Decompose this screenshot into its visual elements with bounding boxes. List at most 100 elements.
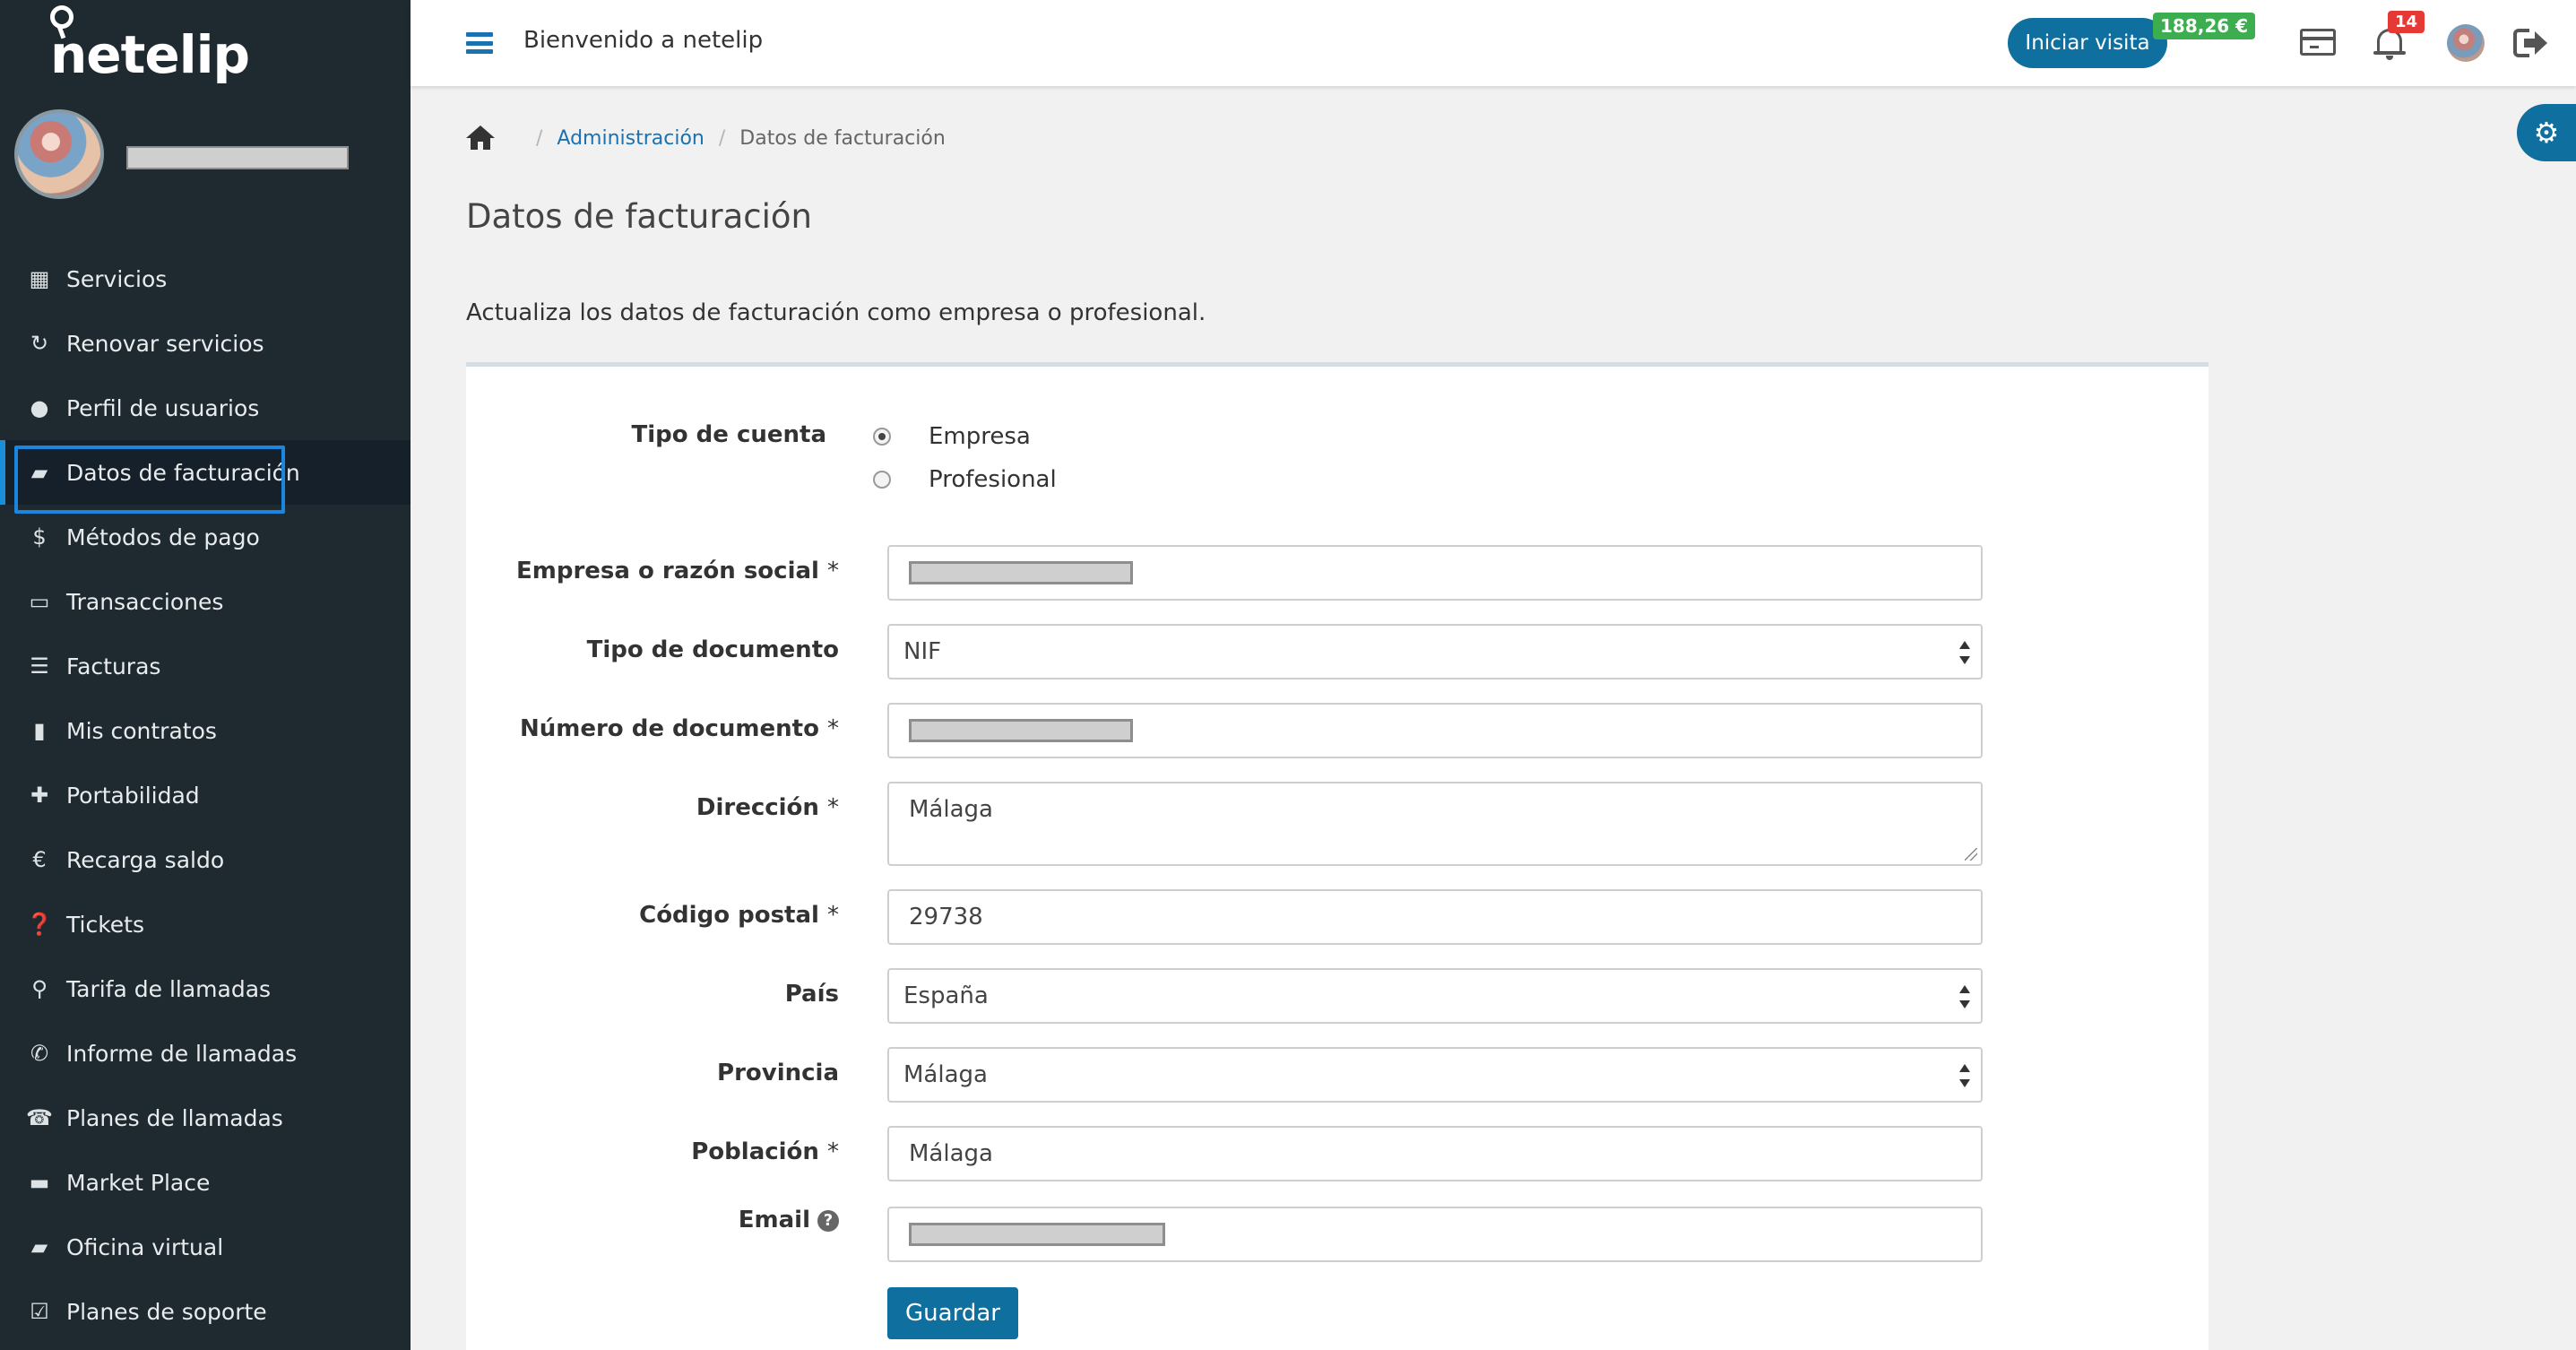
- document-type-label-text: Tipo de documento: [586, 636, 839, 663]
- required-asterisk: *: [827, 902, 839, 929]
- help-icon[interactable]: ?: [817, 1209, 839, 1232]
- radio-empresa-label: Empresa: [929, 423, 1031, 450]
- email-label: Email?: [484, 1207, 839, 1233]
- top-bar: Bienvenido a netelip Iniciar visita 188,…: [411, 0, 2576, 86]
- document-number-field[interactable]: [887, 703, 1983, 758]
- postal-code-field[interactable]: 29738: [887, 889, 1983, 945]
- document-number-label-text: Número de documento: [519, 715, 819, 742]
- sidebar-item-metodos-de-pago[interactable]: $ Métodos de pago: [0, 505, 411, 569]
- town-field[interactable]: Málaga: [887, 1126, 1983, 1181]
- required-asterisk: *: [827, 1138, 839, 1165]
- breadcrumb-separator: /: [536, 126, 543, 150]
- sidebar-item-label: Recarga saldo: [66, 846, 225, 873]
- document-type-select[interactable]: NIF: [887, 624, 1983, 679]
- sidebar-item-transacciones[interactable]: ▭ Transacciones: [0, 569, 411, 634]
- postal-code-label-text: Código postal: [639, 902, 819, 929]
- country-select[interactable]: España: [887, 968, 1983, 1024]
- radio-empresa-control[interactable]: [873, 428, 891, 446]
- username-redacted: [126, 146, 349, 169]
- radio-profesional-control[interactable]: [873, 471, 891, 489]
- sidebar-item-tarifa-de-llamadas[interactable]: ⚲ Tarifa de llamadas: [0, 956, 411, 1021]
- province-select[interactable]: Málaga: [887, 1047, 1983, 1103]
- sidebar-item-planes-de-llamadas[interactable]: ☎ Planes de llamadas: [0, 1086, 411, 1150]
- grid-icon: ▦: [29, 266, 50, 291]
- email-field[interactable]: [887, 1207, 1983, 1262]
- postal-code-label: Código postal *: [484, 902, 839, 929]
- document-number-label: Número de documento *: [484, 715, 839, 742]
- sidebar-item-renovar-servicios[interactable]: ↻ Renovar servicios: [0, 311, 411, 376]
- credit-card-icon[interactable]: [2300, 29, 2336, 56]
- sidebar-item-mis-contratos[interactable]: ▮ Mis contratos: [0, 698, 411, 763]
- sidebar-item-market-place[interactable]: ▬ Market Place: [0, 1150, 411, 1215]
- phone-icon: ✆: [30, 1041, 49, 1066]
- dollar-icon: $: [32, 524, 47, 550]
- menu-toggle-icon[interactable]: [466, 32, 493, 54]
- radio-profesional-label: Profesional: [929, 466, 1057, 493]
- radio-empresa[interactable]: Empresa: [873, 423, 1031, 450]
- select-arrows-icon: [1959, 985, 1970, 1008]
- town-label-text: Población: [691, 1138, 819, 1165]
- sidebar-item-label: Portabilidad: [66, 782, 200, 809]
- document-type-label: Tipo de documento: [484, 636, 839, 663]
- postal-code-value: 29738: [909, 904, 983, 930]
- address-textarea[interactable]: Málaga: [887, 782, 1983, 866]
- location-pin-icon: [50, 5, 73, 29]
- sidebar-item-perfil-de-usuarios[interactable]: ● Perfil de usuarios: [0, 376, 411, 440]
- address-label-text: Dirección: [696, 794, 819, 821]
- start-visit-button[interactable]: Iniciar visita: [2008, 18, 2167, 68]
- settings-gear-icon[interactable]: ⚙: [2517, 104, 2576, 161]
- select-arrows-icon: [1959, 641, 1970, 664]
- redacted-value: [909, 1223, 1165, 1246]
- avatar[interactable]: [14, 109, 104, 199]
- save-button[interactable]: Guardar: [887, 1287, 1018, 1339]
- logout-icon[interactable]: [2513, 29, 2547, 57]
- radio-profesional[interactable]: Profesional: [873, 466, 1057, 493]
- sidebar-item-datos-de-facturacion[interactable]: ▰ Datos de facturación: [0, 440, 411, 514]
- page-description: Actualiza los datos de facturación como …: [466, 299, 1206, 326]
- sidebar-item-servicios[interactable]: ▦ Servicios: [0, 247, 411, 311]
- sidebar-item-label: Market Place: [66, 1169, 211, 1196]
- sidebar-item-informe-de-llamadas[interactable]: ✆ Informe de llamadas: [0, 1021, 411, 1086]
- document-type-value: NIF: [903, 638, 942, 665]
- question-icon: ❓: [26, 912, 53, 937]
- breadcrumb-separator: /: [718, 126, 726, 150]
- breadcrumb-link-administracion[interactable]: Administración: [557, 127, 704, 150]
- sidebar-item-facturas[interactable]: ☰ Facturas: [0, 634, 411, 698]
- list-icon: ☰: [30, 653, 49, 679]
- sidebar-item-oficina-virtual[interactable]: ▰ Oficina virtual: [0, 1215, 411, 1279]
- briefcase-icon: ▰: [30, 460, 48, 485]
- breadcrumb-current: Datos de facturación: [739, 126, 946, 150]
- sidebar-item-label: Planes de soporte: [66, 1298, 267, 1325]
- page-title: Datos de facturación: [466, 197, 812, 236]
- plus-icon: ✚: [30, 783, 49, 808]
- account-type-label: Tipo de cuenta: [627, 421, 826, 448]
- redacted-value: [909, 561, 1133, 584]
- sidebar-item-label: Tarifa de llamadas: [66, 975, 272, 1002]
- sidebar-item-portabilidad[interactable]: ✚ Portabilidad: [0, 763, 411, 827]
- sidebar-item-label: Tickets: [66, 911, 144, 938]
- sidebar-item-label: Oficina virtual: [66, 1233, 224, 1260]
- town-value: Málaga: [909, 1140, 993, 1167]
- brand-name: netelip: [50, 24, 250, 85]
- company-field[interactable]: [887, 545, 1983, 601]
- sidebar-item-tickets[interactable]: ❓ Tickets: [0, 892, 411, 956]
- resize-grip-icon[interactable]: [1965, 848, 1977, 861]
- sidebar-item-label: Perfil de usuarios: [66, 394, 260, 421]
- sidebar-item-label: Transacciones: [66, 588, 224, 615]
- notification-count-badge[interactable]: 14: [2388, 11, 2425, 33]
- province-label-text: Provincia: [717, 1060, 839, 1086]
- sidebar-item-label: Mis contratos: [66, 717, 217, 744]
- netelip-logo[interactable]: netelip: [50, 5, 250, 85]
- balance-badge[interactable]: 188,26 €: [2153, 13, 2256, 39]
- sidebar: netelip ▦ Servicios ↻ Renovar servicios …: [0, 0, 411, 1350]
- sidebar-item-planes-de-soporte[interactable]: ☑ Planes de soporte: [0, 1279, 411, 1344]
- required-asterisk: *: [827, 794, 839, 821]
- company-label-text: Empresa o razón social: [515, 558, 819, 584]
- credit-card-icon: ▭: [29, 589, 50, 614]
- desk-phone-icon: ☎: [26, 1105, 53, 1130]
- refresh-icon: ↻: [30, 331, 49, 356]
- user-avatar[interactable]: [2447, 24, 2485, 62]
- sidebar-item-recarga-saldo[interactable]: € Recarga saldo: [0, 827, 411, 892]
- home-icon[interactable]: [466, 125, 495, 151]
- user-icon: ●: [30, 395, 49, 420]
